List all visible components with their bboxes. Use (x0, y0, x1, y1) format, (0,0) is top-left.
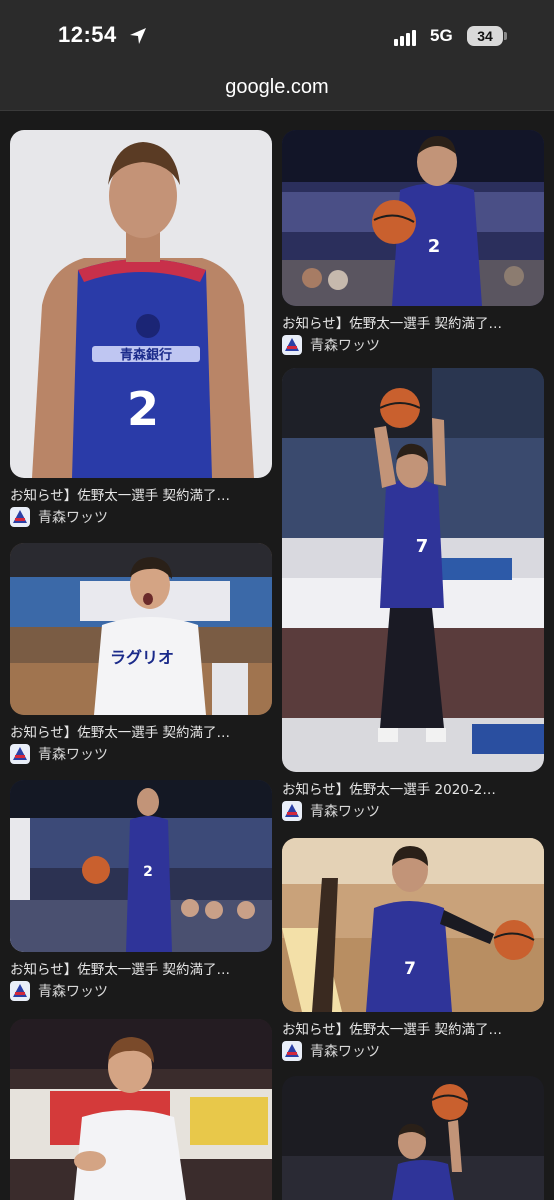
result-thumbnail[interactable]: 7 (282, 838, 544, 1012)
result-caption[interactable]: お知らせ】佐野太一選手 2020-2… (282, 778, 544, 798)
image-result[interactable]: 7 お知らせ】佐野太一選手 契約満了… 青森ワッツ (282, 838, 544, 1062)
jersey-number: 2 (143, 864, 153, 880)
source-name: 青森ワッツ (310, 804, 380, 820)
image-result[interactable]: 青森銀行 2 お知らせ】佐野太一選手 契約満了… 青森ワッツ (10, 130, 272, 527)
result-thumbnail[interactable]: 青森銀行 2 (10, 130, 272, 478)
image-result[interactable]: 2 お知らせ】佐野太一選手 契約満了… 青森ワッツ (10, 780, 272, 1002)
jersey-number: 2 (127, 382, 159, 436)
watts-logo-icon (10, 981, 30, 1001)
image-result[interactable] (282, 1076, 544, 1200)
source-name: 青森ワッツ (38, 747, 108, 763)
result-caption[interactable]: お知らせ】佐野太一選手 契約満了… (10, 484, 272, 504)
image-result[interactable] (10, 1019, 272, 1200)
jersey-sponsor: 青森銀行 (120, 347, 172, 363)
battery-icon: 34 (467, 26, 503, 46)
status-bar: 12:54 5G 34 (0, 0, 554, 70)
url-bar[interactable]: google.com (0, 70, 554, 111)
cellular-signal-icon (394, 28, 422, 46)
location-arrow-icon (130, 28, 146, 44)
image-result[interactable]: 2 お知らせ】佐野太一選手 契約満了… 青森ワッツ (282, 130, 544, 356)
network-type: 5G (430, 26, 453, 45)
result-caption[interactable]: お知らせ】佐野太一選手 契約満了… (10, 721, 272, 741)
watts-logo-icon (282, 335, 302, 355)
result-caption[interactable]: お知らせ】佐野太一選手 契約満了… (282, 1018, 544, 1038)
result-thumbnail[interactable]: ラグリオ (10, 543, 272, 715)
result-caption[interactable]: お知らせ】佐野太一選手 契約満了… (282, 312, 544, 332)
watts-logo-icon (282, 1041, 302, 1061)
result-thumbnail[interactable]: 2 (10, 780, 272, 952)
watts-logo-icon (282, 801, 302, 821)
jersey-number: 2 (428, 236, 441, 257)
result-thumbnail[interactable]: 2 (282, 130, 544, 306)
clock: 12:54 (58, 22, 117, 47)
source-name: 青森ワッツ (38, 984, 108, 1000)
battery-cap (504, 32, 507, 40)
source-name: 青森ワッツ (38, 510, 108, 526)
domain-label[interactable]: google.com (0, 76, 554, 99)
result-thumbnail[interactable]: 7 (282, 368, 544, 772)
result-caption[interactable]: お知らせ】佐野太一選手 契約満了… (10, 958, 272, 978)
source-name: 青森ワッツ (310, 338, 380, 354)
watts-logo-icon (10, 744, 30, 764)
source-name: 青森ワッツ (310, 1044, 380, 1060)
jersey-number: 7 (404, 959, 416, 979)
watts-logo-icon (10, 507, 30, 527)
image-result[interactable]: ラグリオ お知らせ】佐野太一選手 契約満了… 青森ワッツ (10, 543, 272, 765)
image-result[interactable]: 7 お知らせ】佐野太一選手 2020-2… 青森ワッツ (282, 368, 544, 822)
result-thumbnail[interactable] (10, 1019, 272, 1200)
jersey-number: 7 (416, 536, 429, 557)
result-thumbnail[interactable] (282, 1076, 544, 1200)
jersey-text: ラグリオ (110, 648, 174, 667)
